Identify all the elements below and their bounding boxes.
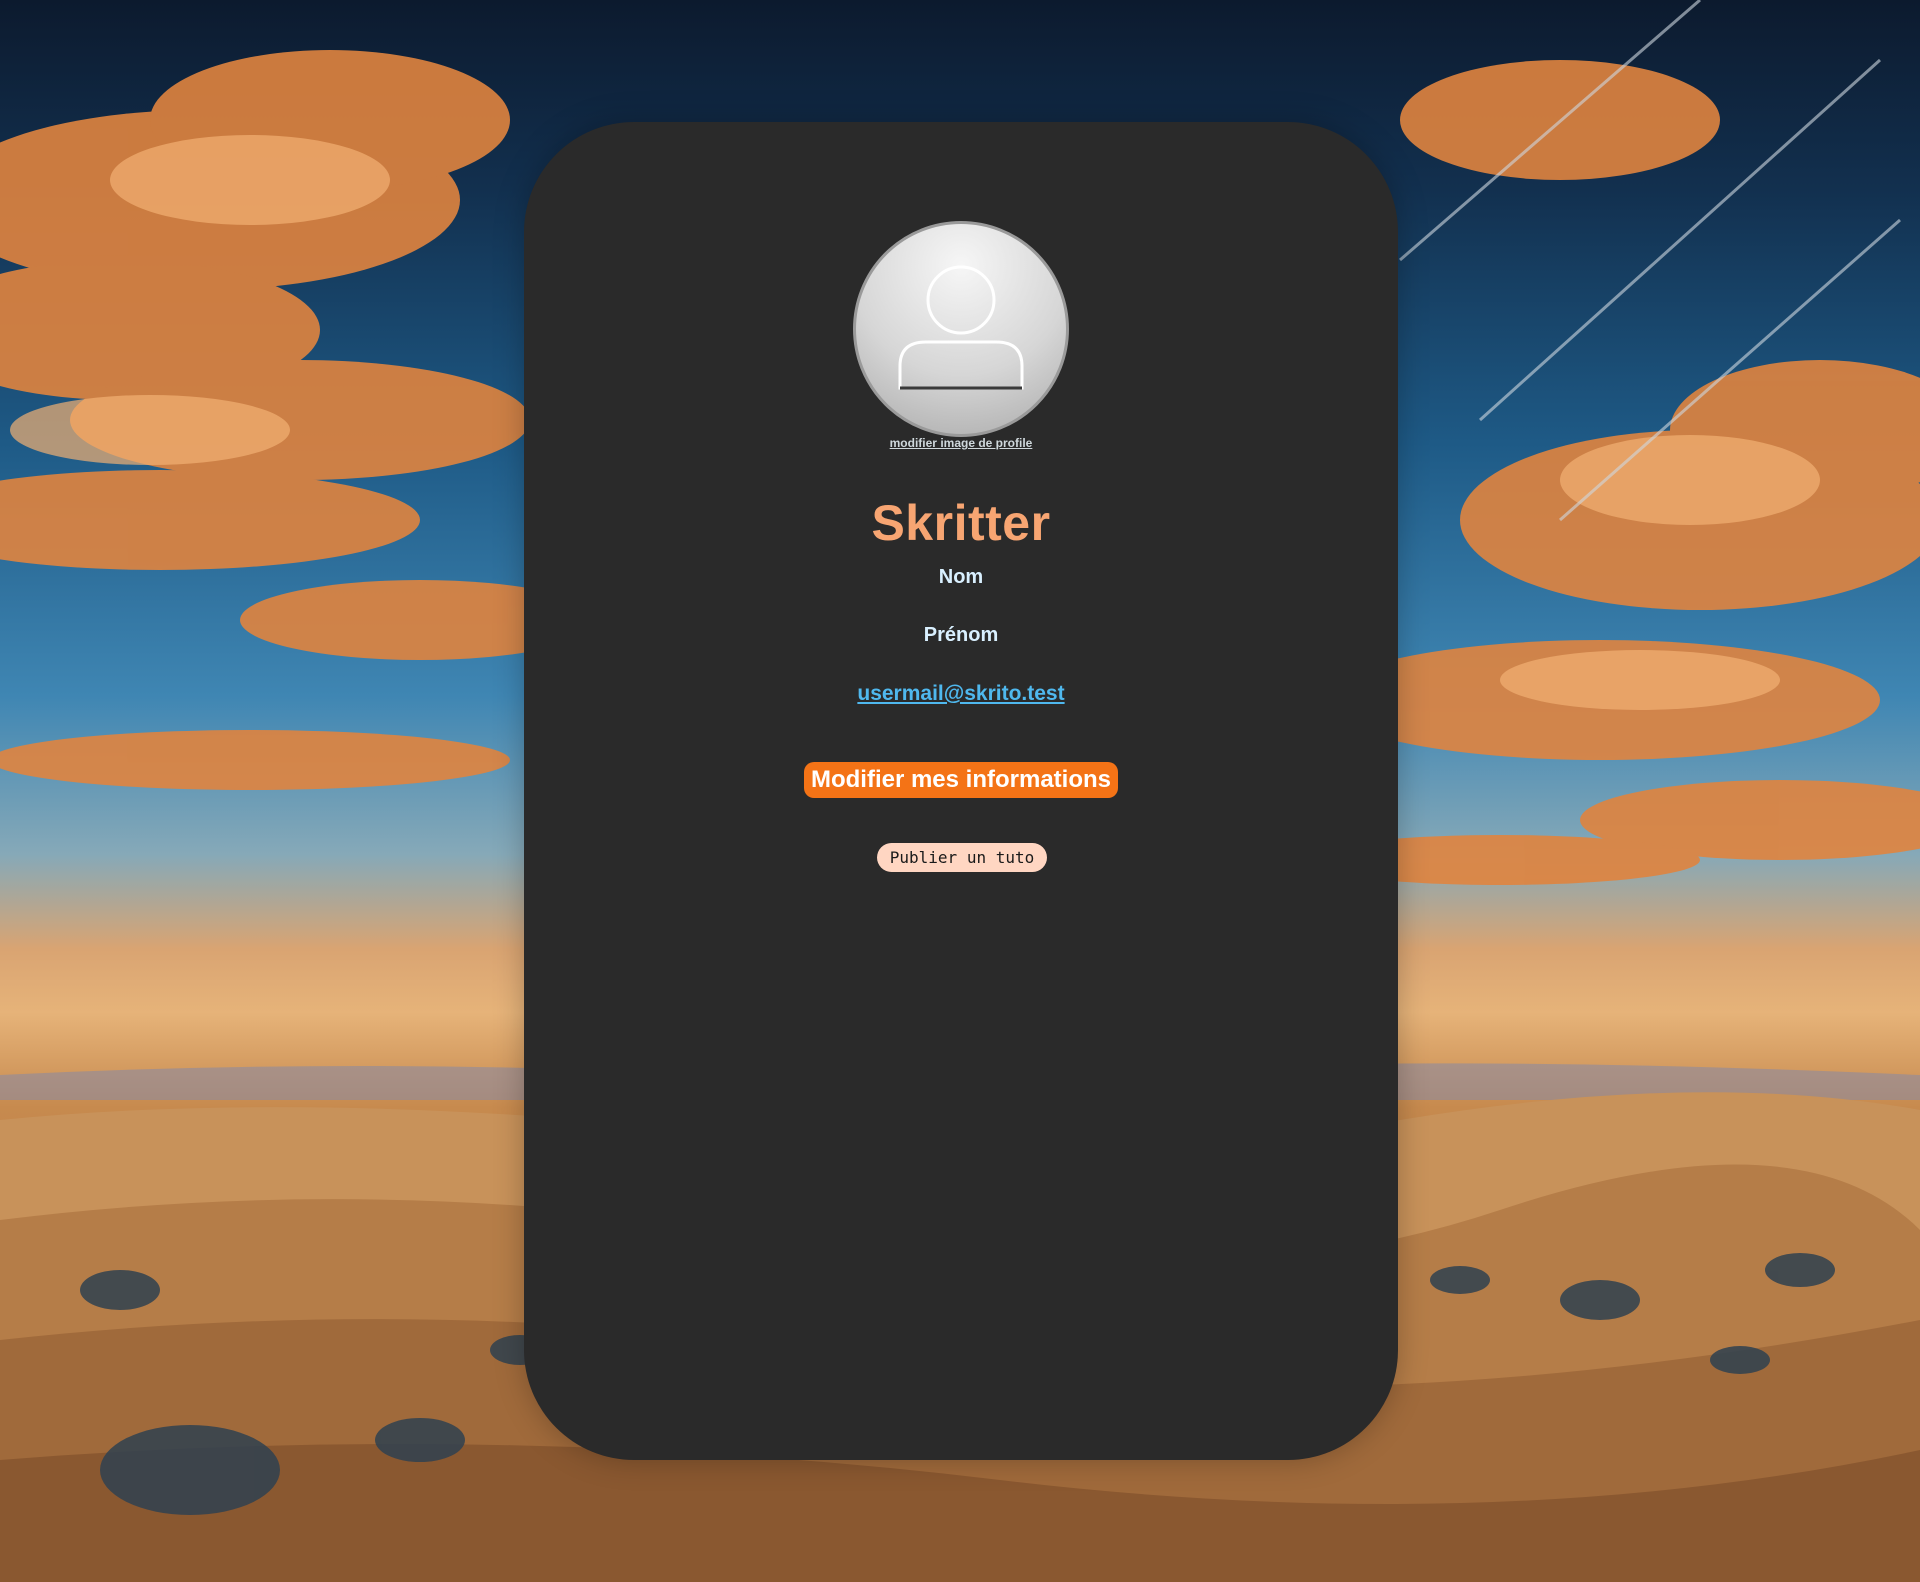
first-name-label: Prénom (923, 624, 999, 646)
edit-info-button[interactable]: Modifier mes informations (804, 762, 1118, 798)
change-avatar-link[interactable]: modifier image de profile (524, 436, 1398, 450)
profile-avatar[interactable] (853, 221, 1069, 437)
email-container: usermail@skrito.test (524, 682, 1398, 706)
email-link[interactable]: usermail@skrito.test (857, 682, 1064, 705)
user-silhouette-icon (898, 265, 1024, 390)
profile-card: modifier image de profile Skritter Nom P… (524, 122, 1398, 1460)
app-title: Skritter (871, 495, 1051, 551)
publish-tutorial-button[interactable]: Publier un tuto (877, 843, 1047, 872)
last-name-label: Nom (938, 566, 984, 588)
